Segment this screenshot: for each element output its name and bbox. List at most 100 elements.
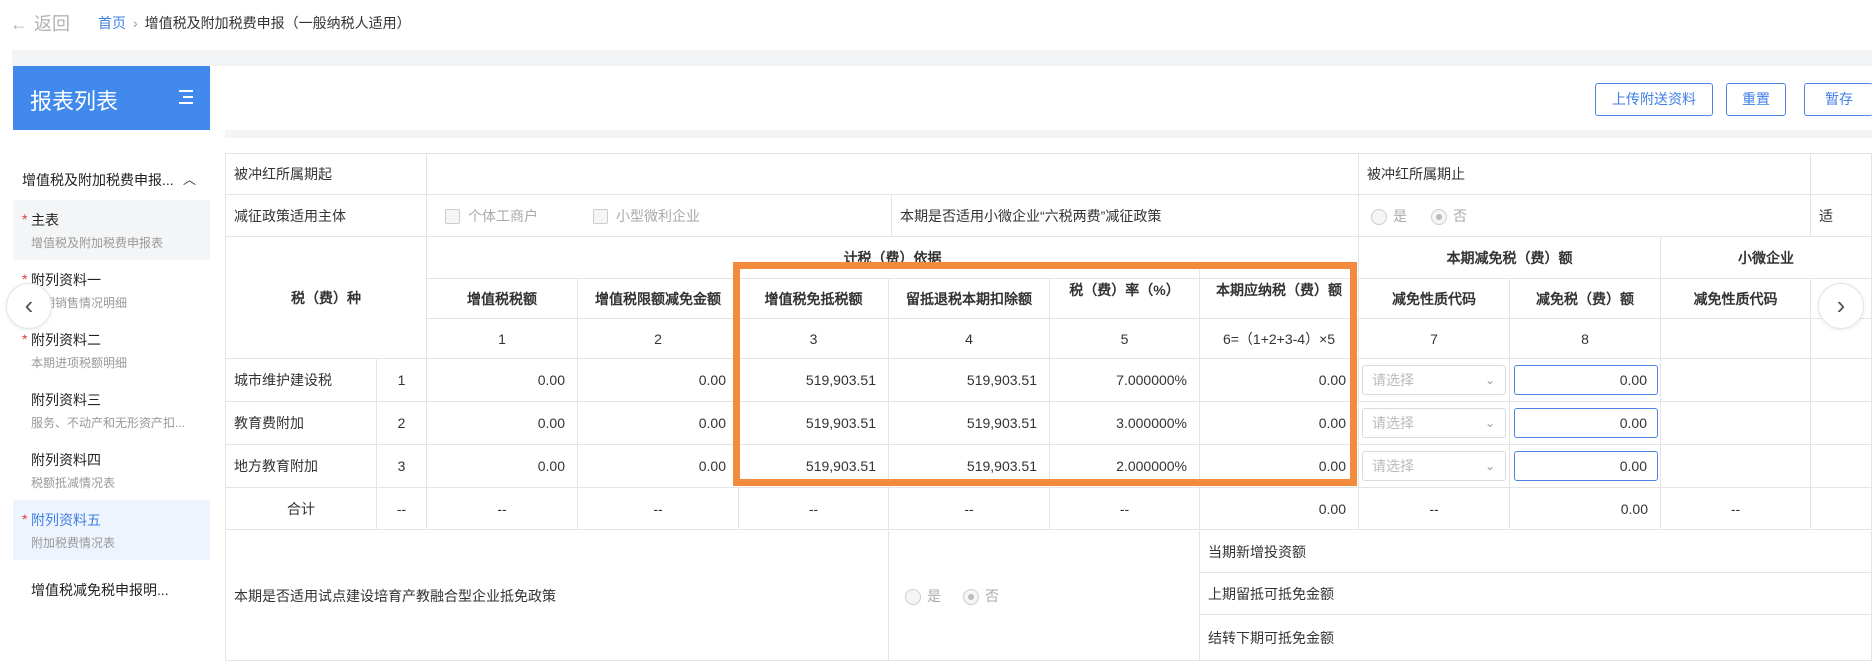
sidebar-item-schedule-5[interactable]: * 附列资料五 附加税费情况表 (13, 500, 210, 560)
reduction-amount-input[interactable]: 0.00 (1514, 451, 1658, 481)
sidebar-item-label: 附列资料三 (31, 392, 101, 408)
breadcrumb: 首页 › 增值税及附加税费申报（一般纳税人适用） (98, 13, 411, 33)
value-cell: 519,903.51 (889, 359, 1050, 402)
chevron-down-icon: ⌄ (1484, 459, 1495, 473)
breadcrumb-current: 增值税及附加税费申报（一般纳税人适用） (144, 15, 411, 31)
header-col-3: 增值税免抵税额 (739, 279, 889, 319)
radio-no[interactable]: 否 (963, 586, 999, 606)
label-cell: 被冲红所属期止 (1359, 153, 1811, 195)
reduction-code-cell: 请选择 ⌄ (1359, 402, 1510, 445)
empty-cell (1811, 445, 1872, 488)
sidebar-item-label: 增值税减免税申报明... (31, 582, 169, 598)
chevron-right-icon[interactable]: › (1818, 283, 1864, 329)
header-col-2: 增值税限额减免金额 (578, 279, 739, 319)
chevron-down-icon: ⌄ (1484, 373, 1495, 387)
reduction-code-select[interactable]: 请选择 ⌄ (1362, 451, 1506, 481)
col-number-empty (1661, 319, 1811, 359)
sidebar-item-schedule-2[interactable]: * 附列资料二 本期进项税额明细 (13, 320, 210, 380)
radio-no[interactable]: 否 (1431, 206, 1467, 226)
reduction-code-select[interactable]: 请选择 ⌄ (1362, 365, 1506, 395)
col-number: 8 (1510, 319, 1661, 359)
header-col-7: 减免性质代码 (1359, 279, 1510, 319)
total-cell: -- (377, 488, 427, 530)
reset-button[interactable]: 重置 (1726, 83, 1786, 116)
sidebar-item-label: 附列资料四 (31, 452, 101, 468)
upload-attachments-button[interactable]: 上传附送资料 (1595, 83, 1713, 116)
value-cell: 7.000000% (1050, 359, 1200, 402)
total-cell: -- (427, 488, 578, 530)
tax-name-cell: 教育费附加 (225, 402, 377, 445)
period-end-field[interactable] (1811, 153, 1872, 195)
radio-yes[interactable]: 是 (905, 586, 941, 606)
chevron-up-icon: ︿ (182, 172, 196, 187)
individual-checkbox[interactable]: 个体工商户 (445, 206, 538, 226)
policy-question: 本期是否适用试点建设培育产教融合型企业抵免政策 (225, 531, 889, 661)
value-cell: 0.00 (578, 445, 739, 488)
col-number: 6=（1+2+3-4）×5 (1200, 319, 1359, 359)
header-col-8: 减免税（费）额 (1510, 279, 1661, 319)
small-enterprise-checkbox[interactable]: 小型微利企业 (593, 206, 700, 226)
sidebar-item-sub: 附加税费情况表 (31, 536, 116, 550)
header-col-5: 税（费）率（%） (1050, 261, 1200, 319)
save-draft-button[interactable]: 暂存 (1804, 83, 1872, 116)
reduction-amount-input[interactable]: 0.00 (1514, 408, 1658, 438)
sidebar-item-sub: 增值税及附加税费申报表 (31, 236, 164, 250)
sidebar-title: 报表列表 (30, 89, 119, 114)
top-bar: ← 返回 首页 › 增值税及附加税费申报（一般纳税人适用） (0, 0, 1872, 44)
reduction-code-select[interactable]: 请选择 ⌄ (1362, 408, 1506, 438)
value-cell: 0.00 (1200, 359, 1359, 402)
radio-yes[interactable]: 是 (1371, 206, 1407, 226)
total-cell: -- (1050, 488, 1200, 530)
header-col-4: 留抵退税本期扣除额 (889, 279, 1050, 319)
prior-credit-label: 上期留抵可抵免金额 (1200, 573, 1872, 615)
period-start-field[interactable] (427, 153, 1359, 195)
sidebar-item-schedule-4[interactable]: 附列资料四 税额抵减情况表 (13, 440, 210, 500)
carryforward-credit-label: 结转下期可抵免金额 (1200, 615, 1872, 661)
arrow-left-icon: ← (10, 14, 28, 34)
sidebar-item-sub: 税额抵减情况表 (31, 476, 116, 490)
top-divider (12, 50, 1872, 66)
value-cell: 519,903.51 (739, 445, 889, 488)
reduction-code-cell: 请选择 ⌄ (1359, 445, 1510, 488)
select-placeholder: 请选择 (1372, 372, 1414, 388)
policy-radio-group: 是 否 (889, 531, 1200, 661)
col-number: 3 (739, 319, 889, 359)
sidebar-item-sub: 本期进项税额明细 (31, 356, 128, 370)
sidebar-item-schedule-3[interactable]: 附列资料三 服务、不动产和无形资产扣... (13, 380, 210, 440)
header-col-9: 减免性质代码 (1661, 279, 1811, 319)
row-number-cell: 1 (377, 359, 427, 402)
total-cell: -- (578, 488, 739, 530)
sidebar-item-label: 附列资料二 (31, 332, 101, 348)
total-cell: -- (1661, 488, 1811, 530)
header-col-1: 增值税税额 (427, 279, 578, 319)
required-mark: * (22, 511, 28, 527)
value-cell: 0.00 (1200, 402, 1359, 445)
reduction-amount-input[interactable]: 0.00 (1514, 365, 1658, 395)
back-button[interactable]: ← 返回 (10, 10, 70, 36)
empty-cell (1661, 445, 1811, 488)
sidebar-group[interactable]: 增值税及附加税费申报... ︿ (13, 160, 210, 200)
value-cell: 0.00 (427, 445, 578, 488)
reduction-amount-cell: 0.00 (1510, 402, 1661, 445)
empty-cell (1661, 359, 1811, 402)
required-mark: * (22, 211, 28, 227)
value-cell: 0.00 (578, 402, 739, 445)
sidebar-item-main[interactable]: * 主表 增值税及附加税费申报表 (13, 200, 210, 260)
empty-cell (1661, 402, 1811, 445)
toolbar: 上传附送资料 重置 暂存 (225, 66, 1872, 130)
chevron-left-icon[interactable]: ‹ (6, 283, 52, 329)
col-number: 1 (427, 319, 578, 359)
reduction-amount-cell: 0.00 (1510, 445, 1661, 488)
label-cell: 减征政策适用主体 (225, 195, 427, 237)
select-placeholder: 请选择 (1372, 415, 1414, 431)
header-reduction: 本期减免税（费）额 (1359, 237, 1661, 279)
value-cell: 0.00 (427, 402, 578, 445)
col-number: 5 (1050, 319, 1200, 359)
reduction-amount-cell: 0.00 (1510, 359, 1661, 402)
header-col-6: 本期应纳税（费）额 (1200, 261, 1359, 319)
toolbar-divider (225, 130, 1872, 138)
sidebar-item-vat-reduction[interactable]: 增值税减免税申报明... (13, 560, 210, 620)
menu-collapse-icon[interactable] (179, 90, 193, 108)
value-cell: 519,903.51 (739, 402, 889, 445)
breadcrumb-home-link[interactable]: 首页 (98, 15, 126, 31)
